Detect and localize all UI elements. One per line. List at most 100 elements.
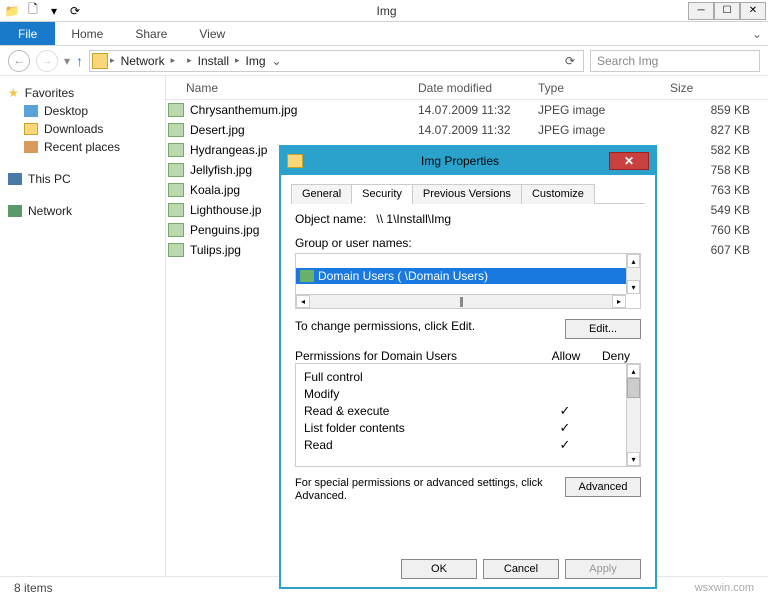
advanced-button[interactable]: Advanced (565, 477, 641, 497)
scroll-left-icon[interactable]: ◂ (296, 295, 310, 308)
sidebar-item-network[interactable]: Network (4, 202, 161, 220)
item-count: 8 items (14, 581, 53, 595)
breadcrumb[interactable]: Network (117, 54, 169, 68)
breadcrumb[interactable]: Img (242, 54, 270, 68)
file-size: 763 KB (658, 183, 768, 197)
properties-dialog: Img Properties ✕ General Security Previo… (280, 146, 656, 588)
pc-icon (8, 173, 22, 185)
image-file-icon (168, 183, 184, 197)
window-title: Img (85, 4, 688, 18)
chevron-right-icon[interactable]: ▸ (235, 55, 240, 66)
permission-row: Modify (304, 385, 640, 402)
favorites-group[interactable]: ★Favorites (4, 84, 161, 102)
scroll-thumb[interactable] (627, 378, 640, 398)
deny-header: Deny (591, 349, 641, 363)
sidebar-item-desktop[interactable]: Desktop (4, 102, 161, 120)
navbar: ← → ▾ ↑ ▸ Network ▸ ▸ Install ▸ Img ⌄ ⟳ … (0, 46, 768, 76)
cancel-button[interactable]: Cancel (483, 559, 559, 579)
groups-listbox[interactable]: Domain Users ( \Domain Users) ▴▾ ◂▸ (295, 253, 641, 309)
refresh-icon[interactable]: ⟳ (65, 2, 85, 20)
titlebar: 📁 🗋 ▾ ⟳ Img ─ ☐ ✕ (0, 0, 768, 22)
column-name[interactable]: Name (166, 81, 418, 95)
scroll-up-icon[interactable]: ▴ (627, 254, 640, 268)
close-button[interactable]: ✕ (740, 2, 766, 20)
change-permissions-hint: To change permissions, click Edit. (295, 319, 565, 339)
ok-button[interactable]: OK (401, 559, 477, 579)
scroll-down-icon[interactable]: ▾ (627, 280, 640, 294)
apply-button[interactable]: Apply (565, 559, 641, 579)
permission-allow: ✓ (540, 420, 590, 436)
chevron-right-icon[interactable]: ▸ (110, 55, 115, 66)
breadcrumb[interactable]: Install (194, 54, 233, 68)
chevron-right-icon[interactable]: ▸ (171, 55, 176, 66)
address-dropdown-icon[interactable]: ⌄ (272, 54, 282, 68)
column-date[interactable]: Date modified (418, 81, 538, 95)
file-size: 549 KB (658, 203, 768, 217)
tab-security[interactable]: Security (351, 184, 413, 204)
permission-allow: ✓ (540, 403, 590, 419)
permission-row: Full control (304, 368, 640, 385)
permission-name: Full control (304, 370, 540, 384)
permission-row: Read & execute✓ (304, 402, 640, 419)
dialog-titlebar[interactable]: Img Properties ✕ (281, 147, 655, 175)
minimize-button[interactable]: ─ (688, 2, 714, 20)
tab-general[interactable]: General (291, 184, 352, 204)
object-name-value: \\ 1\Install\Img (376, 212, 451, 226)
vertical-scrollbar[interactable]: ▴▾ (626, 254, 640, 294)
sidebar-item-downloads[interactable]: Downloads (4, 120, 161, 138)
search-input[interactable]: Search Img (590, 50, 760, 72)
file-row[interactable]: Desert.jpg14.07.2009 11:32JPEG image827 … (166, 120, 768, 140)
file-tab[interactable]: File (0, 22, 55, 45)
scroll-right-icon[interactable]: ▸ (612, 295, 626, 308)
tab-customize[interactable]: Customize (521, 184, 595, 204)
file-name: Chrysanthemum.jpg (190, 103, 297, 117)
permission-name: Modify (304, 387, 540, 401)
watermark: wsxwin.com (695, 582, 754, 594)
file-name: Tulips.jpg (190, 243, 241, 257)
sidebar-item-thispc[interactable]: This PC (4, 170, 161, 188)
downloads-icon (24, 123, 38, 135)
folder-icon (287, 154, 303, 168)
sidebar-item-recent[interactable]: Recent places (4, 138, 161, 156)
permission-row: List folder contents✓ (304, 419, 640, 436)
scroll-down-icon[interactable]: ▾ (627, 452, 640, 466)
dialog-close-button[interactable]: ✕ (609, 152, 649, 170)
image-file-icon (168, 163, 184, 177)
permissions-listbox[interactable]: Full controlModifyRead & execute✓List fo… (295, 363, 641, 467)
sidebar-item-label: Downloads (44, 122, 103, 136)
view-tab[interactable]: View (183, 22, 241, 45)
permission-name: List folder contents (304, 421, 540, 435)
allow-header: Allow (541, 349, 591, 363)
refresh-icon[interactable]: ⟳ (559, 54, 581, 68)
file-date: 14.07.2009 11:32 (418, 123, 538, 137)
tab-previous-versions[interactable]: Previous Versions (412, 184, 522, 204)
image-file-icon (168, 223, 184, 237)
edit-button[interactable]: Edit... (565, 319, 641, 339)
history-dropdown-icon[interactable]: ▾ (64, 54, 70, 68)
file-size: 758 KB (658, 163, 768, 177)
vertical-scrollbar[interactable]: ▴▾ (626, 364, 640, 466)
favorites-label: Favorites (25, 86, 74, 100)
address-bar[interactable]: ▸ Network ▸ ▸ Install ▸ Img ⌄ ⟳ (89, 50, 584, 72)
dialog-tabs: General Security Previous Versions Custo… (291, 183, 645, 204)
up-button[interactable]: ↑ (76, 53, 83, 69)
file-type: JPEG image (538, 103, 658, 117)
horizontal-scrollbar[interactable]: ◂▸ (296, 294, 626, 308)
scroll-up-icon[interactable]: ▴ (627, 364, 640, 378)
share-tab[interactable]: Share (119, 22, 183, 45)
qat-dropdown-icon[interactable]: ▾ (44, 2, 64, 20)
column-type[interactable]: Type (538, 81, 658, 95)
sidebar-item-label: Network (28, 204, 72, 218)
back-button[interactable]: ← (8, 50, 30, 72)
file-size: 760 KB (658, 223, 768, 237)
column-size[interactable]: Size (658, 81, 768, 95)
properties-icon[interactable]: 🗋 (23, 2, 43, 20)
forward-button[interactable]: → (36, 50, 58, 72)
ribbon-expand-icon[interactable]: ⌄ (752, 22, 762, 45)
chevron-right-icon[interactable]: ▸ (187, 55, 192, 66)
home-tab[interactable]: Home (55, 22, 119, 45)
maximize-button[interactable]: ☐ (714, 2, 740, 20)
permission-allow: ✓ (540, 437, 590, 453)
file-row[interactable]: Chrysanthemum.jpg14.07.2009 11:32JPEG im… (166, 100, 768, 120)
selected-group-row[interactable]: Domain Users ( \Domain Users) (296, 268, 626, 284)
